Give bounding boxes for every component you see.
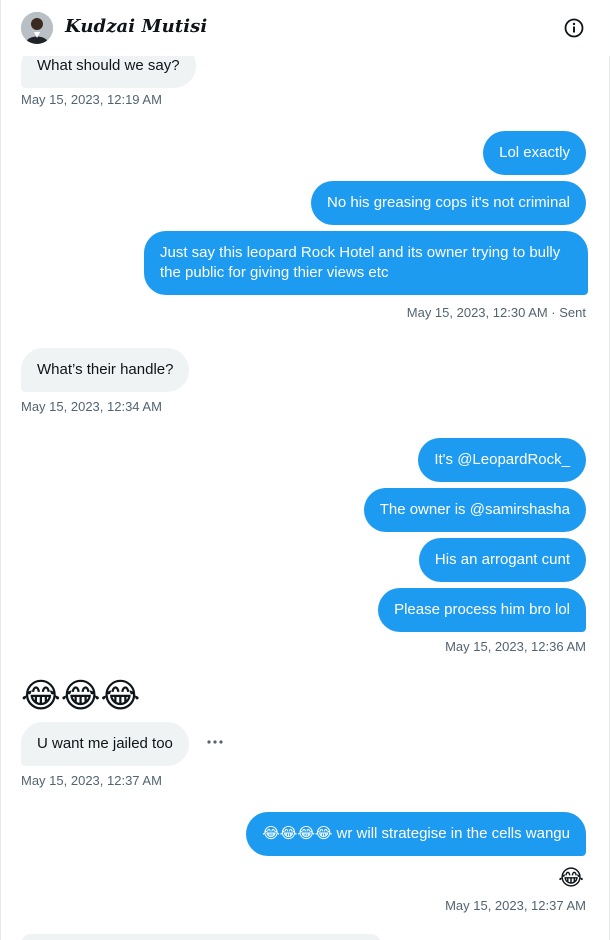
message-timestamp: May 15, 2023, 12:37 AM xyxy=(21,773,162,788)
message-bubble-outgoing[interactable]: The owner is @samirshasha xyxy=(363,488,586,532)
conversation-header: Kudzai Mutisi xyxy=(1,0,610,56)
message-emoji-incoming[interactable]: 😂😂😂 xyxy=(21,676,140,716)
more-horizontal-icon[interactable] xyxy=(205,732,225,752)
message-bubble-outgoing[interactable]: His an arrogant cunt xyxy=(418,538,586,582)
message-timestamp-sent: May 15, 2023, 12:30 AM · Sent xyxy=(406,305,586,320)
message-bubble-outgoing[interactable]: Lol exactly xyxy=(483,131,586,175)
message-bubble-outgoing[interactable]: 😂😂😂😂 wr will strategise in the cells wan… xyxy=(246,812,586,856)
message-timestamp: May 15, 2023, 12:34 AM xyxy=(21,399,162,414)
message-timestamp: May 15, 2023, 12:37 AM xyxy=(445,898,586,913)
avatar[interactable] xyxy=(21,12,53,44)
message-bubble-outgoing[interactable]: It's @LeopardRock_ xyxy=(418,438,586,482)
message-bubble-incoming[interactable] xyxy=(21,934,381,940)
message-reaction[interactable]: 😂 xyxy=(558,865,584,891)
message-bubble-outgoing[interactable]: No his greasing cops it's not criminal xyxy=(311,181,586,225)
message-bubble-incoming[interactable]: What’s their handle? xyxy=(21,348,190,392)
message-timestamp: May 15, 2023, 12:36 AM xyxy=(445,639,586,654)
message-timestamp: May 15, 2023, 12:19 AM xyxy=(21,92,162,107)
info-icon[interactable] xyxy=(563,17,585,39)
message-bubble-incoming[interactable]: U want me jailed too xyxy=(21,722,189,766)
message-bubble-outgoing[interactable]: Please process him bro lol xyxy=(378,588,586,632)
conversation-panel: Kudzai Mutisi What should we say? May 15… xyxy=(0,0,610,940)
message-bubble-outgoing[interactable]: Just say this leopard Rock Hotel and its… xyxy=(144,231,588,295)
conversation-title[interactable]: Kudzai Mutisi xyxy=(65,16,207,37)
